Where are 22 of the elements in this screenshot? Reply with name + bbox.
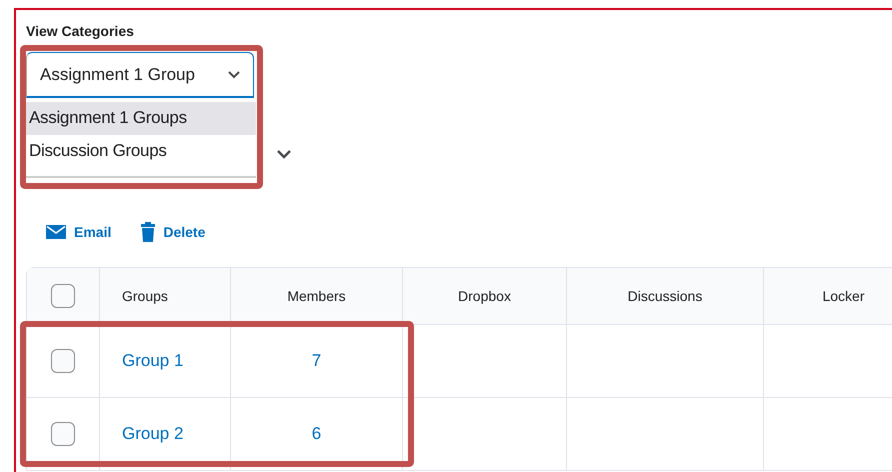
chevron-icon[interactable] bbox=[276, 149, 292, 159]
column-header: Groups bbox=[122, 288, 168, 304]
column-header: Members bbox=[287, 288, 346, 304]
checkbox[interactable] bbox=[51, 422, 75, 446]
group-link[interactable]: Group 1 bbox=[122, 351, 184, 371]
checkbox[interactable] bbox=[51, 349, 75, 373]
section-title: View Categories bbox=[26, 22, 135, 41]
dropdown-option[interactable]: Assignment 1 Groups bbox=[26, 102, 256, 135]
email-button[interactable]: Email bbox=[46, 222, 112, 242]
column-header: Dropbox bbox=[458, 288, 511, 304]
member-count-link[interactable]: 6 bbox=[312, 424, 322, 444]
member-count-link[interactable]: 7 bbox=[312, 351, 322, 371]
checkbox[interactable] bbox=[51, 284, 75, 308]
envelope-icon bbox=[46, 225, 66, 239]
dropdown-option[interactable]: Discussion Groups bbox=[26, 135, 256, 168]
trash-icon bbox=[141, 222, 156, 242]
column-header: Locker bbox=[822, 288, 865, 304]
column-header: Discussions bbox=[628, 288, 702, 304]
chevron-icon bbox=[227, 70, 241, 79]
group-link[interactable]: Group 2 bbox=[122, 424, 184, 444]
delete-button[interactable]: Delete bbox=[141, 222, 206, 242]
category-dropdown[interactable]: Assignment 1 Group bbox=[26, 52, 254, 98]
